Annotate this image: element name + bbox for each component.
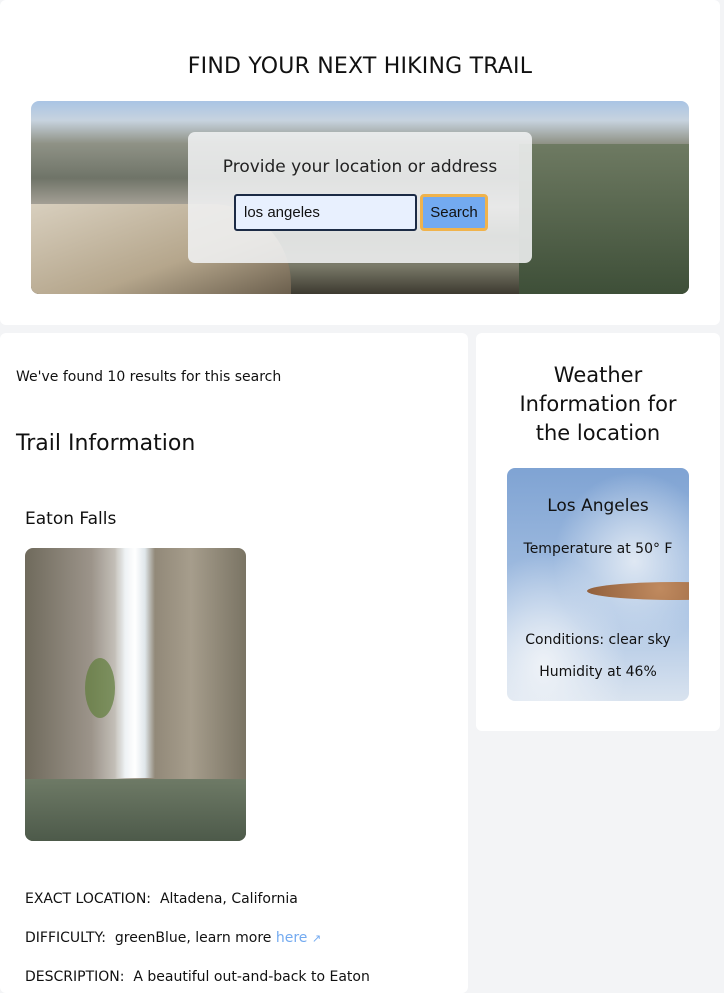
weather-title: Weather Information for the location [519, 363, 677, 445]
location-input[interactable] [234, 194, 417, 231]
results-count: We've found 10 results for this search [16, 369, 282, 385]
page-title: FIND YOUR NEXT HIKING TRAIL [187, 54, 533, 79]
search-panel: Provide your location or address Search [188, 132, 532, 263]
hero-image: Provide your location or address Search [31, 101, 689, 294]
search-prompt: Provide your location or address [222, 157, 498, 177]
trail-description: DESCRIPTION: A beautiful out-and-back to… [25, 969, 370, 985]
clear-sky-icon [587, 582, 689, 600]
weather-temperature: Temperature at 50° F [523, 541, 673, 557]
difficulty-link[interactable]: here ↗ [276, 930, 321, 946]
search-section: FIND YOUR NEXT HIKING TRAIL Provide your… [0, 0, 720, 325]
weather-city: Los Angeles [547, 496, 649, 516]
weather-humidity: Humidity at 46% [539, 664, 657, 680]
trail-name: Eaton Falls [25, 509, 117, 529]
weather-card: Los Angeles Temperature at 50° F Conditi… [507, 468, 689, 701]
weather-panel: Weather Information for the location Los… [476, 333, 720, 731]
search-button[interactable]: Search [420, 194, 488, 231]
weather-conditions: Conditions: clear sky [525, 632, 671, 648]
trail-difficulty: DIFFICULTY: greenBlue, learn more here ↗ [25, 930, 322, 946]
trail-results: We've found 10 results for this search T… [0, 333, 468, 993]
trail-info-heading: Trail Information [16, 431, 196, 456]
trail-photo [25, 548, 246, 841]
external-link-icon: ↗ [311, 932, 322, 945]
trail-location: EXACT LOCATION: Altadena, California [25, 891, 298, 907]
